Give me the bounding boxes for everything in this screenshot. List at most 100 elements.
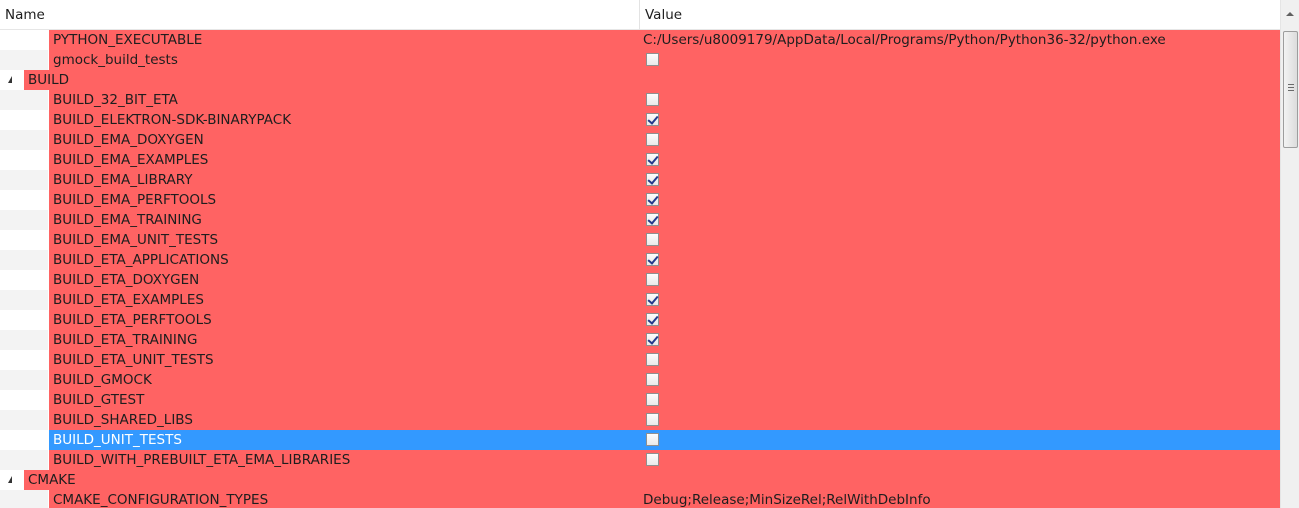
table-row[interactable]: BUILD_ETA_DOXYGEN xyxy=(0,270,1280,290)
scroll-up-arrow-icon[interactable] xyxy=(1281,0,1299,30)
row-gutter xyxy=(0,110,48,130)
table-row[interactable]: BUILD_WITH_PREBUILT_ETA_EMA_LIBRARIES xyxy=(0,450,1280,470)
table-row[interactable]: BUILD_ETA_UNIT_TESTS xyxy=(0,350,1280,370)
scrollbar-thumb[interactable] xyxy=(1283,31,1298,148)
checkbox-checked[interactable] xyxy=(646,113,659,126)
group-row[interactable]: CMAKE xyxy=(0,470,1280,490)
name-column-header[interactable]: Name xyxy=(0,0,638,30)
row-gutter xyxy=(0,150,48,170)
row-gutter xyxy=(0,430,48,450)
checkbox-unchecked[interactable] xyxy=(646,93,659,106)
row-gutter xyxy=(0,370,48,390)
row-gutter xyxy=(0,490,48,508)
table-row[interactable]: BUILD_GMOCK xyxy=(0,370,1280,390)
entry-name: BUILD_EMA_UNIT_TESTS xyxy=(53,232,219,248)
checkbox-unchecked[interactable] xyxy=(646,133,659,146)
table-row[interactable]: PYTHON_EXECUTABLE C:/Users/u8009179/AppDa… xyxy=(0,30,1280,50)
cache-entries-table[interactable]: Name Value PYTHON_EXECUTABLE C:/Users/u80… xyxy=(0,0,1280,508)
group-row[interactable]: BUILD xyxy=(0,70,1280,90)
table-row[interactable]: BUILD_ETA_TRAINING xyxy=(0,330,1280,350)
selection-highlight xyxy=(49,430,1280,450)
table-row[interactable]: BUILD_GTEST xyxy=(0,390,1280,410)
group-label: BUILD xyxy=(28,72,70,88)
entry-name: PYTHON_EXECUTABLE xyxy=(53,32,203,48)
table-row[interactable]: BUILD_UNIT_TESTS xyxy=(0,430,1280,450)
row-gutter xyxy=(0,350,48,370)
table-row[interactable]: BUILD_EMA_PERFTOOLS xyxy=(0,190,1280,210)
checkbox-checked[interactable] xyxy=(646,213,659,226)
checkbox-checked[interactable] xyxy=(646,153,659,166)
table-row[interactable]: gmock_build_tests xyxy=(0,50,1280,70)
row-gutter xyxy=(0,390,48,410)
checkbox-checked[interactable] xyxy=(646,293,659,306)
table-row[interactable]: BUILD_ETA_PERFTOOLS xyxy=(0,310,1280,330)
entry-name: BUILD_ETA_EXAMPLES xyxy=(53,292,204,308)
checkbox-checked[interactable] xyxy=(646,333,659,346)
table-header: Name Value xyxy=(0,0,1280,30)
entry-name: BUILD_GMOCK xyxy=(53,372,152,388)
row-gutter xyxy=(0,70,24,90)
new-entry-highlight xyxy=(49,350,1280,370)
expanded-triangle-icon[interactable] xyxy=(8,76,12,83)
new-entry-highlight xyxy=(49,270,1280,290)
entry-name: BUILD_ETA_UNIT_TESTS xyxy=(53,352,214,368)
new-entry-highlight xyxy=(49,170,1280,190)
checkbox-checked[interactable] xyxy=(646,313,659,326)
new-entry-highlight xyxy=(49,250,1280,270)
entry-name: BUILD_EMA_LIBRARY xyxy=(53,172,193,188)
checkbox-unchecked[interactable] xyxy=(646,53,659,66)
entry-name: BUILD_EMA_DOXYGEN xyxy=(53,132,204,148)
entry-name: BUILD_ETA_PERFTOOLS xyxy=(53,312,212,328)
checkbox-unchecked[interactable] xyxy=(646,233,659,246)
table-row[interactable]: BUILD_EMA_LIBRARY xyxy=(0,170,1280,190)
table-row[interactable]: BUILD_ELEKTRON-SDK-BINARYPACK xyxy=(0,110,1280,130)
row-gutter xyxy=(0,50,48,70)
row-gutter xyxy=(0,470,24,490)
new-entry-highlight xyxy=(24,70,1280,90)
new-entry-highlight xyxy=(49,210,1280,230)
table-row[interactable]: CMAKE_CONFIGURATION_TYPES Debug;Release;M… xyxy=(0,490,1280,508)
new-entry-highlight xyxy=(49,190,1280,210)
table-row[interactable]: BUILD_EMA_UNIT_TESTS xyxy=(0,230,1280,250)
table-row[interactable]: BUILD_EMA_TRAINING xyxy=(0,210,1280,230)
new-entry-highlight xyxy=(49,50,1280,70)
entry-name: BUILD_WITH_PREBUILT_ETA_EMA_LIBRARIES xyxy=(53,452,351,468)
entry-name: BUILD_EMA_EXAMPLES xyxy=(53,152,209,168)
expanded-triangle-icon[interactable] xyxy=(8,476,12,483)
table-row[interactable]: BUILD_EMA_EXAMPLES xyxy=(0,150,1280,170)
checkbox-checked[interactable] xyxy=(646,193,659,206)
table-row[interactable]: BUILD_ETA_APPLICATIONS xyxy=(0,250,1280,270)
checkbox-unchecked[interactable] xyxy=(646,373,659,386)
checkbox-checked[interactable] xyxy=(646,253,659,266)
table-row[interactable]: BUILD_32_BIT_ETA xyxy=(0,90,1280,110)
entry-value[interactable]: Debug;Release;MinSizeRel;RelWithDebInfo xyxy=(643,490,931,508)
checkbox-unchecked[interactable] xyxy=(646,453,659,466)
table-row[interactable]: BUILD_EMA_DOXYGEN xyxy=(0,130,1280,150)
row-gutter xyxy=(0,410,48,430)
checkbox-unchecked[interactable] xyxy=(646,433,659,446)
checkbox-unchecked[interactable] xyxy=(646,413,659,426)
grip-lines-icon xyxy=(1288,87,1294,88)
checkbox-unchecked[interactable] xyxy=(646,273,659,286)
checkbox-unchecked[interactable] xyxy=(646,353,659,366)
row-gutter xyxy=(0,130,48,150)
table-row[interactable]: BUILD_SHARED_LIBS xyxy=(0,410,1280,430)
entry-name: BUILD_GTEST xyxy=(53,392,145,408)
new-entry-highlight xyxy=(49,130,1280,150)
group-label: CMAKE xyxy=(28,472,76,488)
entry-name: BUILD_SHARED_LIBS xyxy=(53,412,193,428)
entry-value[interactable]: C:/Users/u8009179/AppData/Local/Programs… xyxy=(643,30,1166,50)
entry-name: BUILD_ETA_TRAINING xyxy=(53,332,198,348)
row-gutter xyxy=(0,210,48,230)
row-gutter xyxy=(0,270,48,290)
vertical-scrollbar[interactable] xyxy=(1280,0,1299,508)
checkbox-checked[interactable] xyxy=(646,173,659,186)
table-body: PYTHON_EXECUTABLE C:/Users/u8009179/AppDa… xyxy=(0,30,1280,508)
row-gutter xyxy=(0,30,48,50)
checkbox-unchecked[interactable] xyxy=(646,393,659,406)
value-column-header[interactable]: Value xyxy=(639,0,1280,30)
new-entry-highlight xyxy=(49,310,1280,330)
new-entry-highlight xyxy=(49,150,1280,170)
table-row[interactable]: BUILD_ETA_EXAMPLES xyxy=(0,290,1280,310)
new-entry-highlight xyxy=(49,90,1280,110)
